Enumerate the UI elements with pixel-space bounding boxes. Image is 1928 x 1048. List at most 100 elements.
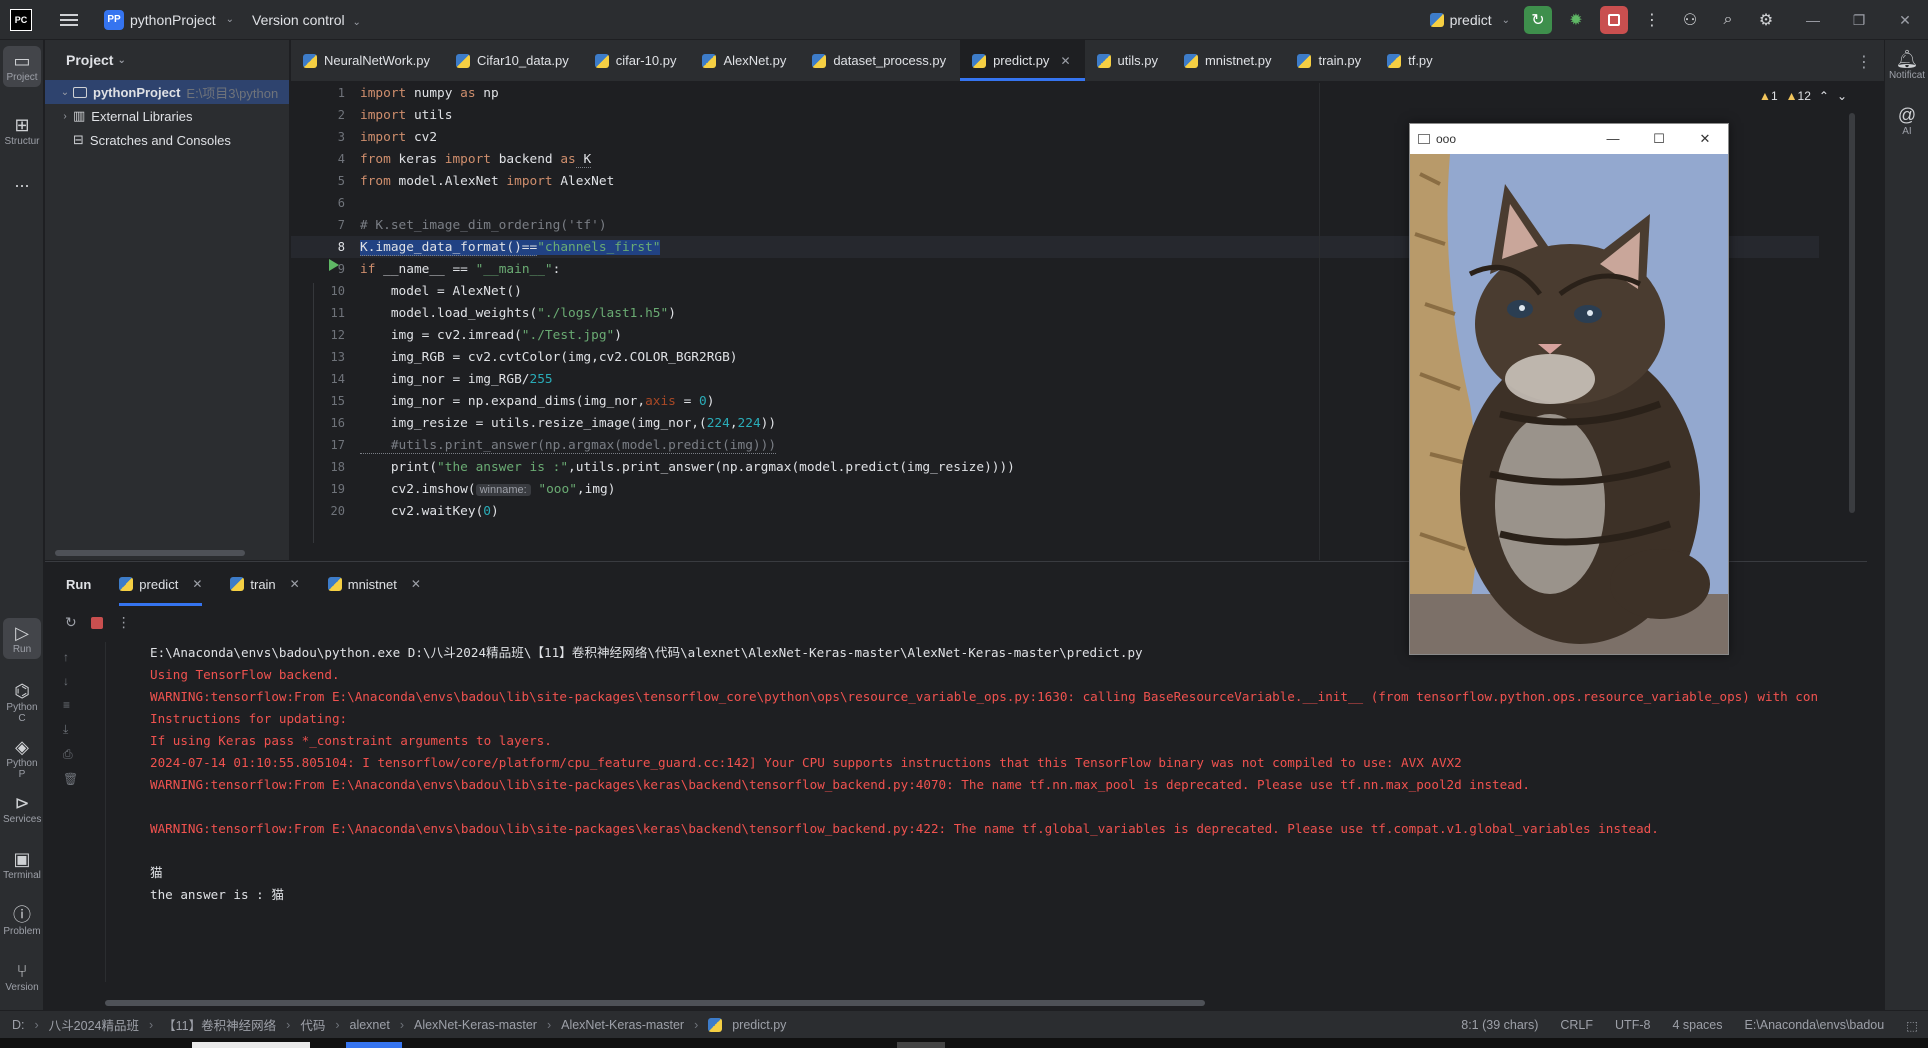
search-icon[interactable]: ⌕ xyxy=(1714,6,1742,34)
breadcrumb-item[interactable]: predict.py xyxy=(732,1018,786,1032)
version-control-tool-button[interactable]: ⑂ Version xyxy=(3,960,41,993)
opencv-image-window[interactable]: ooo — ☐ ✕ xyxy=(1409,123,1729,655)
minimize-window-button[interactable]: — xyxy=(1790,0,1836,40)
run-tab-mnistnet[interactable]: mnistnet ✕ xyxy=(327,562,421,606)
indent-setting[interactable]: 4 spaces xyxy=(1672,1018,1722,1032)
breadcrumb-item[interactable]: 八斗2024精品班 xyxy=(49,1015,139,1034)
run-tab-train[interactable]: train ✕ xyxy=(230,562,300,606)
code-line: import utils xyxy=(360,108,453,123)
tree-item-scratches[interactable]: ⊟ Scratches and Consoles xyxy=(45,128,289,152)
tab-neuralnetwork[interactable]: NeuralNetWork.py xyxy=(291,40,444,81)
taskbar-item[interactable] xyxy=(897,1042,945,1048)
project-horizontal-scrollbar[interactable] xyxy=(55,550,245,556)
console-output[interactable]: E:\Anaconda\envs\badou\python.exe D:\八斗2… xyxy=(105,642,1855,982)
tab-options-icon[interactable]: ⋮ xyxy=(1856,52,1872,72)
breadcrumb-item[interactable]: D: xyxy=(12,1018,25,1032)
tab-alexnet[interactable]: AlexNet.py xyxy=(690,40,800,81)
warning-count-a[interactable]: ▲1 xyxy=(1759,89,1778,103)
run-tab-predict[interactable]: predict ✕ xyxy=(119,562,203,606)
tab-dataset-process[interactable]: dataset_process.py xyxy=(800,40,960,81)
stop-button[interactable] xyxy=(1600,6,1628,34)
breadcrumb-item[interactable]: 代码 xyxy=(300,1015,325,1034)
close-tab-icon[interactable]: ✕ xyxy=(192,577,202,591)
stop-icon[interactable] xyxy=(90,616,103,629)
project-panel-header[interactable]: Project ⌄ xyxy=(45,40,289,80)
line-separator[interactable]: CRLF xyxy=(1560,1018,1593,1032)
project-tool-button[interactable]: ▭ Project xyxy=(3,46,41,87)
scroll-up-icon[interactable]: ↑ xyxy=(63,650,78,664)
terminal-tool-button[interactable]: ▣ Terminal xyxy=(3,848,41,881)
chevron-up-icon[interactable]: ⌃ xyxy=(1819,89,1829,103)
rerun-icon[interactable]: ↻ xyxy=(65,614,77,631)
add-user-icon[interactable]: ⚇ xyxy=(1676,6,1704,34)
restore-window-button[interactable]: ❐ xyxy=(1836,0,1882,40)
structure-tool-button[interactable]: ⊞ Structur xyxy=(3,114,41,147)
file-encoding[interactable]: UTF-8 xyxy=(1615,1018,1650,1032)
python-packages-tool-button[interactable]: ◈ Python P xyxy=(3,736,41,780)
ai-assistant-tool-button[interactable]: @ AI xyxy=(1888,104,1926,137)
tab-tf[interactable]: tf.py xyxy=(1375,40,1447,81)
version-control-label: Version control xyxy=(252,11,345,28)
python-file-icon xyxy=(702,53,717,68)
taskbar-item[interactable] xyxy=(346,1042,402,1048)
tree-item-project-root[interactable]: ⌄ pythonProject E:\项目3\python xyxy=(45,80,289,104)
python-file-icon xyxy=(327,577,342,591)
breadcrumb-item[interactable]: 【11】卷积神经网络 xyxy=(163,1015,276,1034)
inspection-widget[interactable]: ▲1 ▲12 ⌃ ⌄ xyxy=(1759,89,1847,103)
run-tool-button[interactable]: ▷ Run xyxy=(3,618,41,659)
chevron-right-icon[interactable]: › xyxy=(57,111,73,122)
caret-position[interactable]: 8:1 (39 chars) xyxy=(1461,1018,1538,1032)
main-menu-icon[interactable] xyxy=(60,13,78,26)
scroll-to-end-icon[interactable]: ⤓ xyxy=(63,722,78,737)
tab-mnistnet[interactable]: mnistnet.py xyxy=(1172,40,1285,81)
close-window-button[interactable]: ✕ xyxy=(1882,0,1928,40)
problems-tool-button[interactable]: ⓘ Problem xyxy=(3,904,41,937)
editor-vertical-scrollbar[interactable] xyxy=(1849,113,1855,513)
more-tools-button[interactable]: ... xyxy=(3,170,41,192)
tab-cifar-10[interactable]: cifar-10.py xyxy=(583,40,691,81)
version-control-menu[interactable]: Version control ⌄ xyxy=(252,12,361,28)
more-options-icon[interactable]: ⋮ xyxy=(117,614,131,631)
scroll-down-icon[interactable]: ↓ xyxy=(63,674,78,688)
settings-gear-icon[interactable]: ⚙ xyxy=(1752,6,1780,34)
chevron-down-icon[interactable]: ⌄ xyxy=(1837,89,1847,103)
close-window-button[interactable]: ✕ xyxy=(1682,124,1728,154)
lock-icon[interactable]: ⬚ xyxy=(1906,1018,1918,1033)
tab-train[interactable]: train.py xyxy=(1285,40,1375,81)
project-switcher[interactable]: PP pythonProject ⌄ xyxy=(104,9,234,30)
python-console-tool-button[interactable]: ⌬ Python C xyxy=(3,680,41,724)
tab-cifar10-data[interactable]: Cifar10_data.py xyxy=(444,40,583,81)
tab-predict[interactable]: predict.py ✕ xyxy=(960,40,1085,81)
maximize-window-button[interactable]: ☐ xyxy=(1636,124,1682,154)
tree-item-external-libraries[interactable]: › ▥ External Libraries xyxy=(45,104,289,128)
chevron-down-icon[interactable]: ⌄ xyxy=(57,87,73,98)
minimize-window-button[interactable]: — xyxy=(1590,124,1636,154)
breadcrumb-item[interactable]: alexnet xyxy=(350,1018,390,1032)
warning-count-b[interactable]: ▲12 xyxy=(1786,89,1811,103)
more-actions-icon[interactable]: ⋮ xyxy=(1638,6,1666,34)
run-config-selector[interactable]: predict ⌄ xyxy=(1429,12,1510,28)
rerun-button[interactable]: ↻ xyxy=(1524,6,1552,34)
console-horizontal-scrollbar[interactable] xyxy=(105,1000,1205,1006)
breadcrumb-item[interactable]: AlexNet-Keras-master xyxy=(561,1018,684,1032)
window-app-icon xyxy=(1418,134,1430,144)
print-icon[interactable]: ⎙ xyxy=(63,747,78,762)
image-window-titlebar[interactable]: ooo — ☐ ✕ xyxy=(1410,124,1728,154)
debug-icon[interactable]: ✹ xyxy=(1562,6,1590,34)
close-tab-icon[interactable]: ✕ xyxy=(1060,54,1070,68)
close-tab-icon[interactable]: ✕ xyxy=(290,577,300,591)
services-tool-button[interactable]: ⊳ Services xyxy=(3,792,41,825)
code-line: img = cv2.imread("./Test.jpg") xyxy=(360,328,622,343)
line-number-gutter[interactable]: 1 2 3 4 5 6 7 8 9 10 11 12 13 14 15 16 1… xyxy=(291,83,355,560)
notifications-tool-button[interactable]: 🔔︎ Notificat xyxy=(1888,48,1926,81)
tab-utils[interactable]: utils.py xyxy=(1085,40,1172,81)
code-line: img_nor = img_RGB/255 xyxy=(360,372,553,387)
taskbar-item[interactable] xyxy=(192,1042,310,1048)
soft-wrap-icon[interactable]: ≡ xyxy=(63,698,78,712)
run-line-icon[interactable] xyxy=(329,259,339,271)
python-interpreter[interactable]: E:\Anaconda\envs\badou xyxy=(1744,1018,1884,1032)
clear-trash-icon[interactable]: 🗑︎ xyxy=(63,772,78,786)
breadcrumb-item[interactable]: AlexNet-Keras-master xyxy=(414,1018,537,1032)
code-line: img_nor = np.expand_dims(img_nor,axis = … xyxy=(360,394,715,409)
close-tab-icon[interactable]: ✕ xyxy=(411,577,421,591)
